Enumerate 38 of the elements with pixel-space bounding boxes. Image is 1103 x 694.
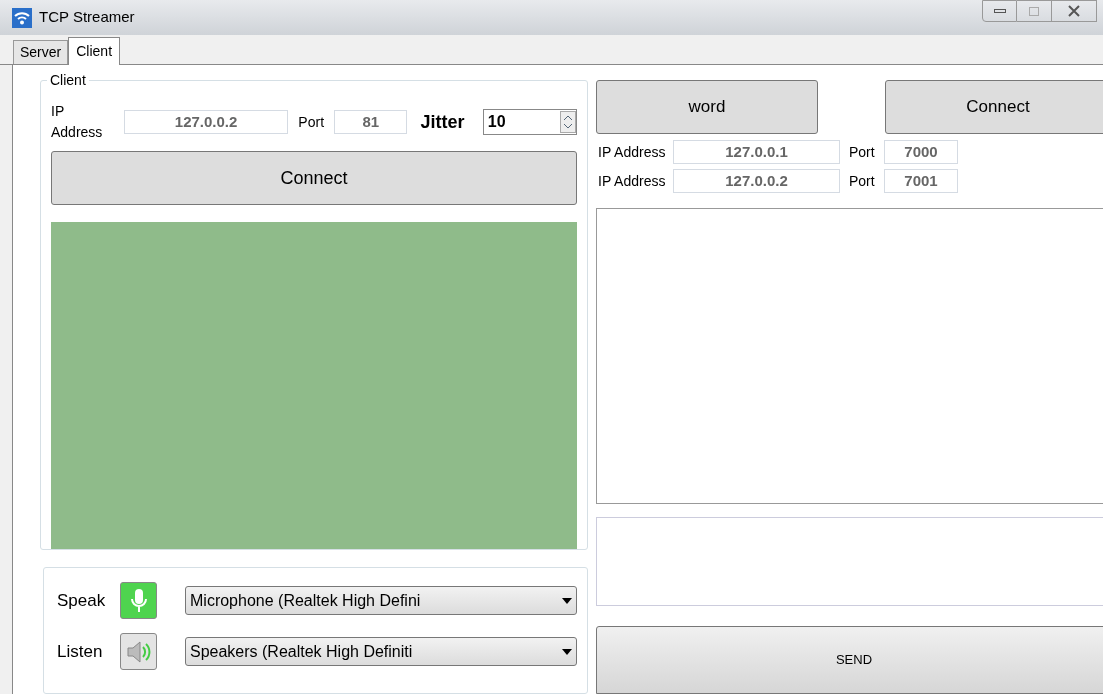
send-button[interactable]: SEND xyxy=(596,625,1103,694)
dropdown-arrow-icon xyxy=(562,597,572,604)
tab[interactable]: Client xyxy=(68,37,121,65)
port-label: Port xyxy=(298,112,325,132)
port-field[interactable]: 7000 xyxy=(884,140,958,164)
microphone-button[interactable] xyxy=(120,582,157,619)
speaker-dropdown[interactable]: Speakers (Realtek High Definiti xyxy=(185,637,577,666)
message-input[interactable] xyxy=(596,516,1103,606)
jitter-spinner[interactable]: 10 xyxy=(482,109,577,135)
ip-label: IP Address xyxy=(597,171,667,191)
ip-field[interactable]: 127.0.0.1 xyxy=(673,140,840,164)
connect-button[interactable]: Connect xyxy=(885,80,1103,134)
port-label: Port xyxy=(849,171,876,191)
close-icon xyxy=(1068,5,1080,17)
wifi-icon xyxy=(12,7,32,28)
port-label: Port xyxy=(849,142,876,162)
speak-label: Speak xyxy=(57,589,107,612)
speaker-button[interactable] xyxy=(120,633,157,670)
word-button[interactable]: word xyxy=(596,80,818,134)
microphone-dropdown[interactable]: Microphone (Realtek High Defini xyxy=(185,586,577,615)
spinner-arrows-icon xyxy=(560,111,576,133)
connect-button[interactable]: Connect xyxy=(51,151,577,205)
ip-field[interactable]: 127.0.0.2 xyxy=(123,110,289,134)
speaker-icon xyxy=(124,638,153,665)
port-field[interactable]: 7001 xyxy=(884,169,958,193)
group-title: Client xyxy=(47,72,89,88)
jitter-label: Jitter xyxy=(420,110,466,134)
close-button[interactable] xyxy=(1052,0,1097,22)
tab[interactable]: Server xyxy=(13,40,69,64)
dropdown-arrow-icon xyxy=(562,648,572,655)
port-field[interactable]: 81 xyxy=(334,110,408,134)
minimize-button[interactable] xyxy=(982,0,1017,22)
ip-field[interactable]: 127.0.0.2 xyxy=(673,169,840,193)
listen-label: Listen xyxy=(57,640,104,663)
microphone-icon xyxy=(128,586,149,615)
window-title: TCP Streamer xyxy=(39,7,135,28)
ip-label: IP Address xyxy=(597,142,667,162)
ip-label: IP Address xyxy=(51,102,104,142)
